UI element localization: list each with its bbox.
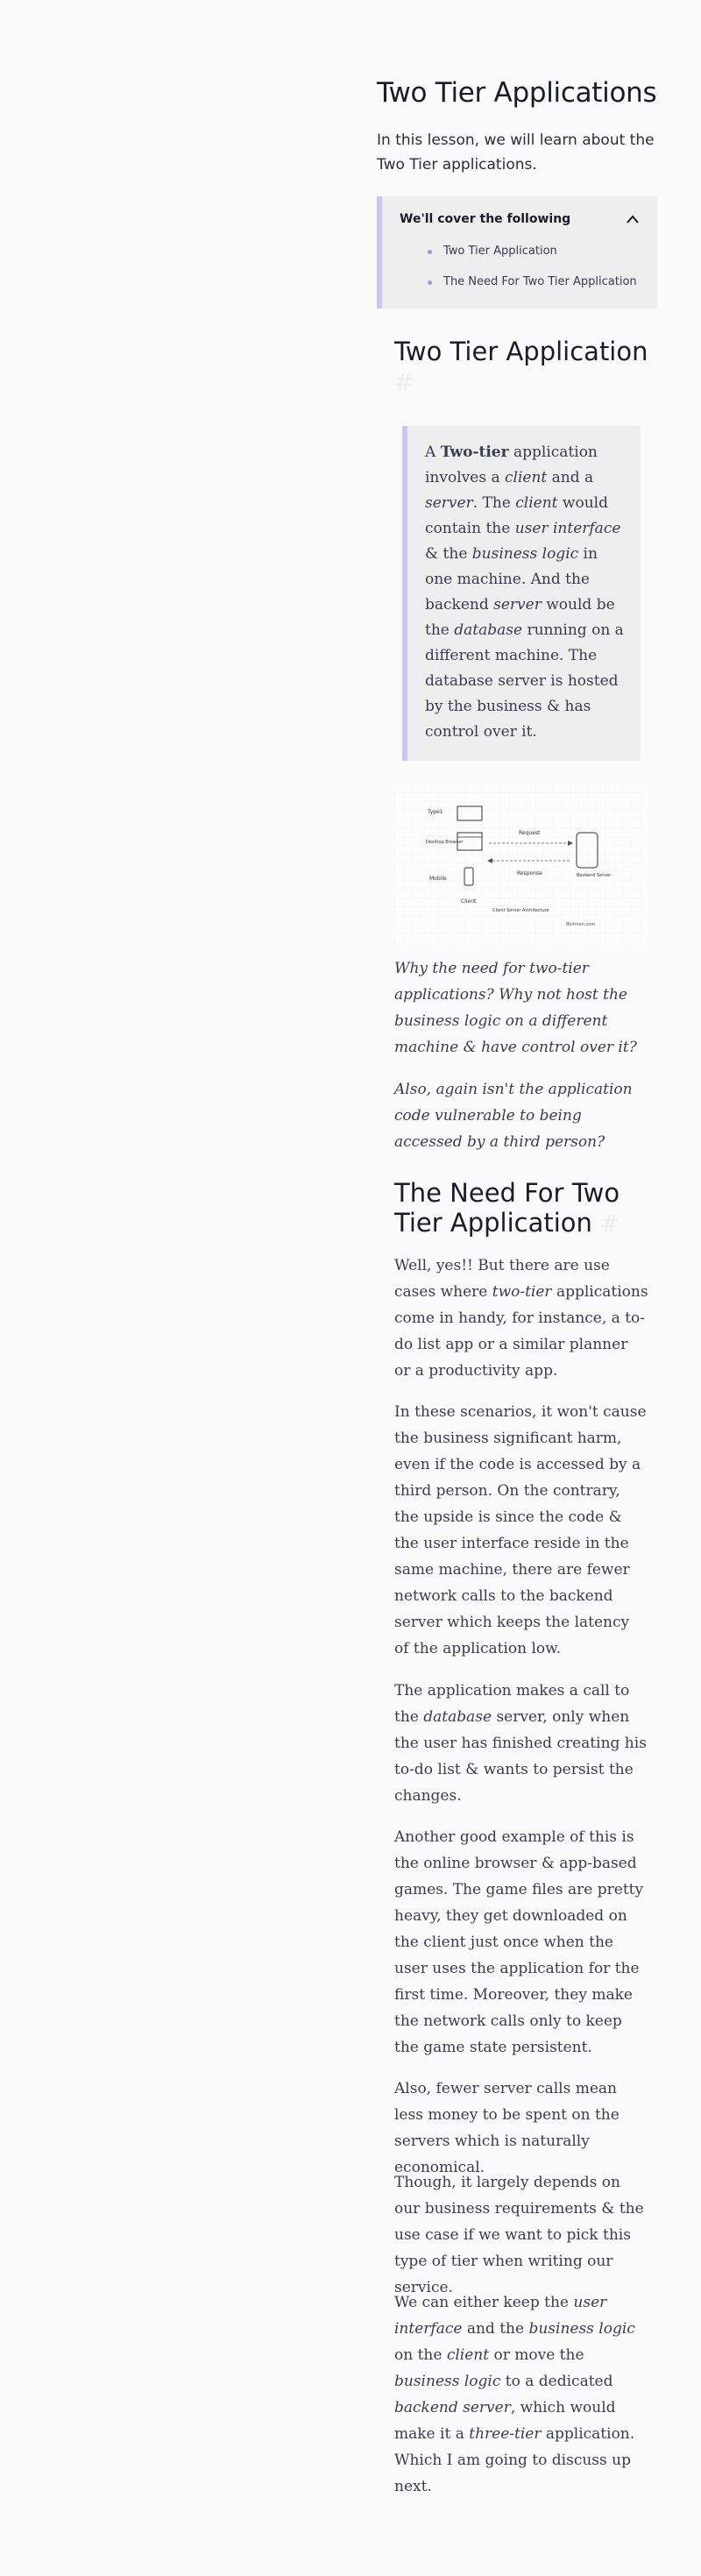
label-desktop: Desktop Browser (426, 840, 464, 845)
label-response: Response (517, 870, 542, 876)
question-paragraph: Why the need for two-tier applications? … (394, 960, 637, 1056)
label-backend: Backend Server (577, 873, 612, 878)
definition-callout: A Two-tier application involves a client… (402, 426, 641, 761)
anchor-link[interactable]: # (394, 370, 414, 396)
label-type1: Type1 (427, 809, 443, 815)
body-paragraph: In these scenarios, it won't cause the b… (394, 1403, 647, 1657)
page-title: Two Tier Applications (377, 77, 657, 109)
toc-heading[interactable]: We'll cover the following (400, 212, 570, 226)
client-server-diagram: Type1 Desktop Browser Mobile Request Res… (394, 784, 648, 945)
diagram-watermark: 8bitmen.com (566, 922, 595, 927)
toc-item[interactable]: Two Tier Application (428, 242, 637, 273)
bullet-icon (428, 250, 432, 254)
anchor-link[interactable]: # (600, 1211, 620, 1238)
label-client: Client (461, 898, 477, 905)
definition-text: A Two-tier application involves a client… (425, 444, 624, 741)
section-heading-two-tier: Two Tier Application # (394, 337, 648, 396)
body-paragraph: The application makes a call to the data… (394, 1682, 647, 1805)
diagram-caption: Client Server Architecture (492, 908, 549, 913)
bullet-icon (428, 280, 432, 285)
body-paragraph: Also, fewer server calls mean less money… (394, 2080, 620, 2176)
label-request: Request (519, 830, 541, 836)
toc-item[interactable]: The Need For Two Tier Application (428, 273, 637, 303)
section-heading-need: The Need For Two Tier Application # (394, 1178, 620, 1238)
question-paragraph: Also, again isn't the application code v… (394, 1081, 633, 1151)
label-mobile: Mobile (429, 876, 447, 882)
body-paragraph: Another good example of this is the onli… (394, 1828, 644, 2056)
page-intro: In this lesson, we will learn about the … (377, 131, 655, 174)
chevron-up-icon[interactable] (626, 214, 640, 224)
table-of-contents: We'll cover the following Two Tier Appli… (377, 196, 657, 309)
body-paragraph: We can either keep the user interface an… (394, 2294, 635, 2495)
toc-list: Two Tier Application The Need For Two Ti… (428, 242, 637, 303)
body-paragraph: Though, it largely depends on our busine… (394, 2174, 644, 2296)
body-paragraph: Well, yes!! But there are use cases wher… (394, 1257, 648, 1380)
